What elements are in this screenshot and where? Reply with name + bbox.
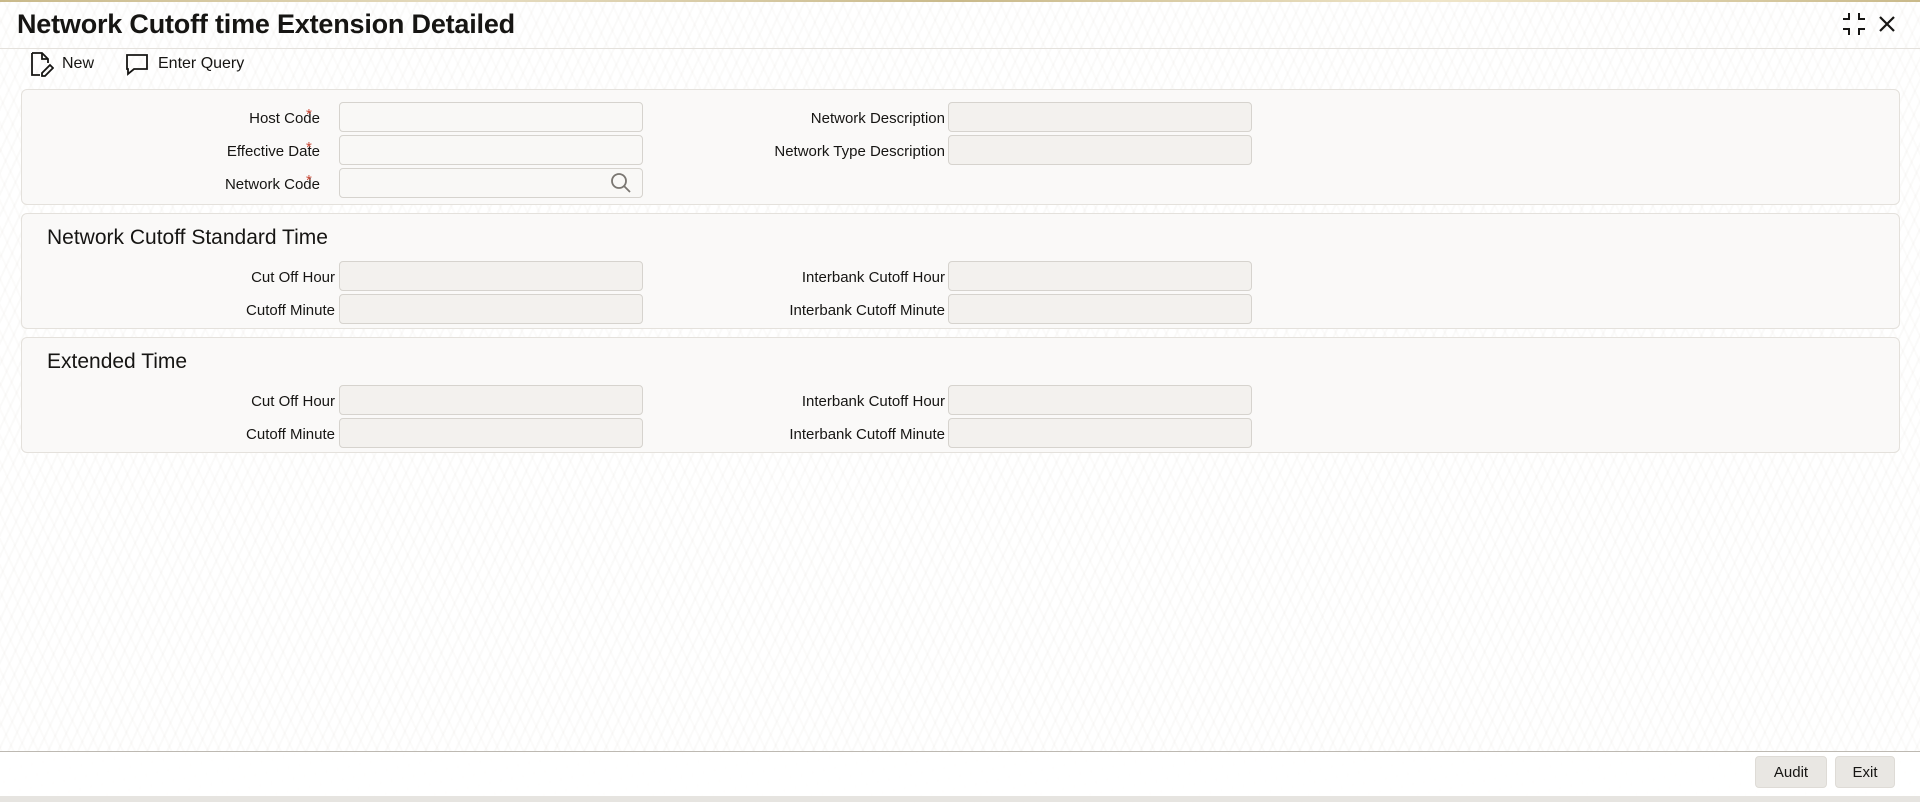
std-cutoff-minute-label: Cutoff Minute xyxy=(246,302,335,319)
ext-interbank-cutoff-minute-label: Interbank Cutoff Minute xyxy=(789,426,945,443)
new-button[interactable]: New xyxy=(27,48,94,80)
std-cutoff-minute-field[interactable] xyxy=(339,294,643,324)
toolbar: New Enter Query xyxy=(0,48,1920,84)
audit-button[interactable]: Audit xyxy=(1755,756,1827,788)
std-interbank-cutoff-hour-field[interactable] xyxy=(948,261,1252,291)
footer-bottom-strip xyxy=(0,796,1920,802)
ext-cut-off-hour-label: Cut Off Hour xyxy=(251,393,335,410)
std-interbank-cutoff-minute-field[interactable] xyxy=(948,294,1252,324)
network-code-required-mark: * xyxy=(306,172,312,189)
standard-time-panel: Network Cutoff Standard Time Cut Off Hou… xyxy=(21,213,1900,329)
network-code-field[interactable] xyxy=(339,168,643,198)
ext-interbank-cutoff-hour-label: Interbank Cutoff Hour xyxy=(801,393,945,410)
effective-date-required-mark: * xyxy=(306,139,312,156)
new-document-icon xyxy=(27,50,55,78)
standard-time-title: Network Cutoff Standard Time xyxy=(47,226,328,249)
ext-interbank-cutoff-hour-field[interactable] xyxy=(948,385,1252,415)
std-interbank-cutoff-minute-label: Interbank Cutoff Minute xyxy=(789,302,945,319)
maximize-icon[interactable] xyxy=(1840,10,1868,38)
ext-interbank-cutoff-minute-field[interactable] xyxy=(948,418,1252,448)
std-cut-off-hour-label: Cut Off Hour xyxy=(251,269,335,286)
speech-bubble-icon xyxy=(123,50,151,78)
enter-query-button[interactable]: Enter Query xyxy=(123,48,244,80)
ext-cutoff-minute-field[interactable] xyxy=(339,418,643,448)
exit-button[interactable]: Exit xyxy=(1835,756,1895,788)
extended-time-panel: Extended Time Cut Off Hour Cutoff Minute… xyxy=(21,337,1900,453)
std-interbank-cutoff-hour-label: Interbank Cutoff Hour xyxy=(801,269,945,286)
enter-query-button-label: Enter Query xyxy=(158,55,245,72)
network-description-field[interactable] xyxy=(948,102,1252,132)
host-code-required-mark: * xyxy=(306,106,312,123)
header-section-panel: Host Code * Effective Date * Network Cod… xyxy=(21,89,1900,205)
std-cut-off-hour-field[interactable] xyxy=(339,261,643,291)
effective-date-field[interactable] xyxy=(339,135,643,165)
host-code-field[interactable] xyxy=(339,102,643,132)
ext-cutoff-minute-label: Cutoff Minute xyxy=(246,426,335,443)
new-button-label: New xyxy=(62,55,95,72)
page-title: Network Cutoff time Extension Detailed xyxy=(17,9,515,39)
network-description-label: Network Description xyxy=(810,110,945,127)
extended-time-title: Extended Time xyxy=(47,350,188,373)
window-header: Network Cutoff time Extension Detailed xyxy=(0,0,1920,49)
close-icon[interactable] xyxy=(1873,10,1901,38)
search-icon[interactable] xyxy=(607,169,635,197)
network-type-description-field[interactable] xyxy=(948,135,1252,165)
network-type-description-label: Network Type Description xyxy=(774,143,945,160)
ext-cut-off-hour-field[interactable] xyxy=(339,385,643,415)
